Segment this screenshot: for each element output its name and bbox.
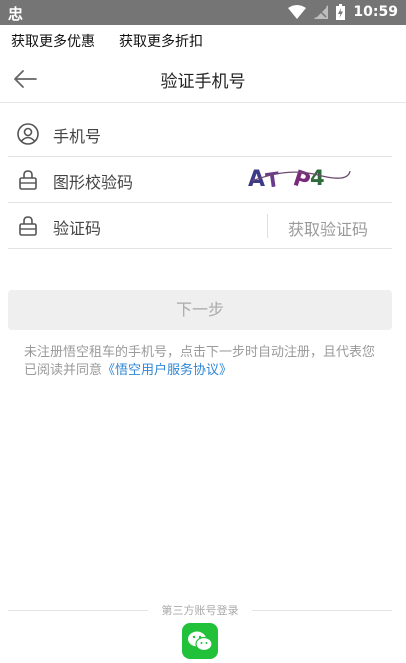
notification-app-icon: 忠 [8, 5, 24, 23]
captcha-input[interactable]: 图形校验码 [53, 169, 133, 193]
user-icon [17, 123, 39, 145]
clock: 10:59 [353, 4, 398, 20]
promo-more-offers[interactable]: 获取更多折扣 [119, 31, 203, 51]
svg-text:T: T [264, 167, 281, 193]
wechat-login-button[interactable] [182, 623, 218, 659]
signal-icon [314, 5, 329, 19]
wifi-icon [288, 5, 307, 19]
sms-code-field[interactable]: 验证码 获取验证码 [8, 203, 392, 249]
captcha-image[interactable]: A T P 4 [248, 161, 352, 195]
promo-bar: 获取更多优惠 获取更多折扣 [0, 25, 406, 56]
third-party-login: 第三方账号登录 [8, 601, 392, 619]
phone-field[interactable]: 手机号 [8, 111, 392, 157]
status-bar: 忠 10:59 [0, 0, 406, 25]
header: 验证手机号 [0, 56, 406, 103]
wechat-icon [188, 631, 213, 652]
svg-text:4: 4 [310, 166, 325, 190]
page-title: 验证手机号 [160, 72, 246, 92]
agreement-notice: 未注册悟空租车的手机号，点击下一步时自动注册，且代表您已阅读并同意《悟空用户服务… [24, 344, 376, 380]
battery-icon [336, 4, 346, 20]
status-icons: 10:59 [288, 3, 398, 21]
lock-icon [19, 216, 37, 236]
field-divider [267, 214, 268, 238]
captcha-field[interactable]: 图形校验码 A T P 4 [8, 157, 392, 203]
service-agreement-link[interactable]: 《悟空用户服务协议》 [102, 363, 232, 378]
third-party-label: 第三方账号登录 [161, 604, 239, 617]
lock-icon [19, 170, 37, 190]
promo-more-discounts[interactable]: 获取更多优惠 [11, 31, 95, 51]
sms-code-input[interactable]: 验证码 [53, 215, 101, 239]
next-button[interactable]: 下一步 [8, 290, 392, 330]
get-code-button[interactable]: 获取验证码 [288, 216, 368, 240]
phone-input[interactable]: 手机号 [53, 123, 101, 147]
